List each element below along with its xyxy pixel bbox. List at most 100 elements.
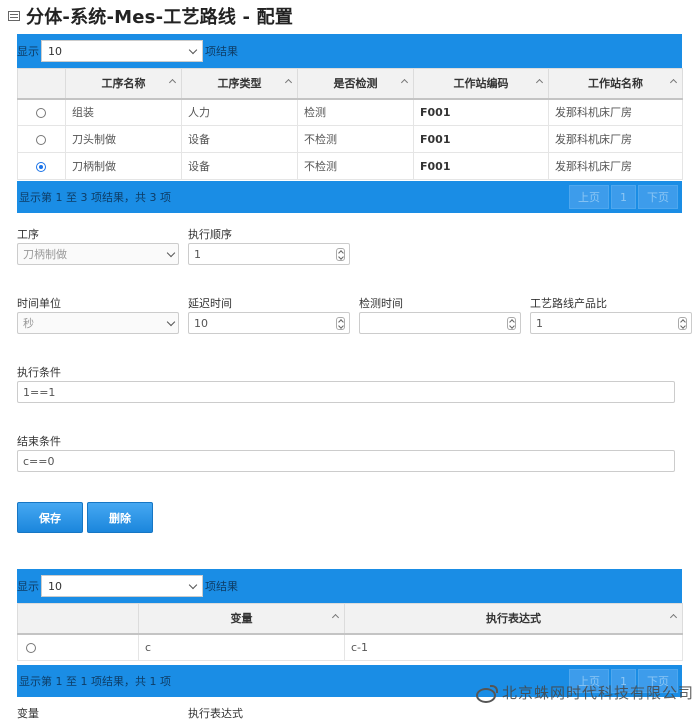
table-cell: 不检测	[297, 125, 414, 153]
sort-icon	[400, 78, 409, 87]
length-suffix: 项结果	[205, 580, 238, 593]
next-page-button[interactable]: 下页	[638, 185, 678, 209]
process-value: 刀柄制做	[23, 248, 67, 261]
check-time-label: 检测时间	[359, 297, 403, 310]
row-select-cell	[17, 125, 66, 153]
exec-condition-input[interactable]: 1==1	[17, 381, 675, 403]
column-header-expression[interactable]: 执行表达式	[344, 603, 683, 635]
column-header-label: 是否检测	[333, 77, 378, 91]
table-cell: 检测	[297, 98, 414, 126]
stepper-icon[interactable]	[336, 316, 345, 330]
page-title: 分体-系统-Mes-工艺路线 - 配置	[26, 7, 294, 28]
process-label: 工序	[17, 228, 39, 241]
end-condition-label: 结束条件	[17, 435, 61, 448]
column-header-process-type[interactable]: 工序类型	[181, 68, 298, 100]
weibo-icon	[475, 684, 498, 703]
process-select[interactable]: 刀柄制做	[17, 243, 179, 265]
column-header-label: 变量	[230, 612, 253, 626]
column-header-station-name[interactable]: 工作站名称	[548, 68, 683, 100]
table-cell: 人力	[181, 98, 298, 126]
delete-button[interactable]: 删除	[87, 502, 153, 533]
row-select-cell	[17, 633, 139, 661]
length-prefix: 显示	[17, 580, 39, 593]
length-suffix: 项结果	[205, 45, 238, 58]
watermark: 北京蛛网时代科技有限公司	[475, 682, 694, 703]
row-radio[interactable]	[36, 134, 46, 145]
check-time-input[interactable]	[359, 312, 521, 334]
chevron-down-icon	[166, 317, 176, 326]
sort-icon	[168, 78, 177, 87]
table-info: 显示第 1 至 3 项结果，共 3 项	[19, 191, 171, 204]
column-header-select	[17, 68, 66, 100]
page-number-button[interactable]: 1	[611, 185, 636, 209]
routes-table: 工序名称 工序类型 是否检测 工作站编码 工作站名称 组装 人力 检测 F001…	[17, 68, 683, 180]
chevron-down-icon	[188, 45, 198, 54]
table-cell: F001	[413, 152, 549, 180]
table-cell: 刀头制做	[65, 125, 182, 153]
sort-icon	[669, 613, 678, 622]
order-input[interactable]: 1	[188, 243, 350, 265]
stepper-icon[interactable]	[507, 316, 516, 330]
ratio-input[interactable]: 1	[530, 312, 692, 334]
table-cell: 设备	[181, 152, 298, 180]
stepper-icon[interactable]	[336, 247, 345, 261]
order-label: 执行顺序	[188, 228, 232, 241]
column-header-label: 执行表达式	[486, 612, 541, 626]
table-info: 显示第 1 至 1 项结果，共 1 项	[19, 675, 171, 688]
column-header-label: 工作站编码	[453, 77, 509, 91]
time-unit-value: 秒	[23, 317, 34, 330]
column-header-select	[17, 603, 139, 635]
column-header-label: 工序类型	[217, 77, 262, 91]
length-prefix: 显示	[17, 45, 39, 58]
page-length-select[interactable]: 10	[41, 575, 203, 597]
table-cell: 发那科机床厂房	[548, 152, 683, 180]
row-radio[interactable]	[36, 107, 46, 118]
stepper-icon[interactable]	[678, 316, 687, 330]
prev-page-button[interactable]: 上页	[569, 185, 609, 209]
table-cell: 发那科机床厂房	[548, 98, 683, 126]
watermark-text: 北京蛛网时代科技有限公司	[501, 684, 694, 702]
chevron-down-icon	[166, 248, 176, 257]
table-cell: F001	[413, 125, 549, 153]
delay-value: 10	[194, 316, 208, 330]
row-select-cell	[17, 98, 66, 126]
row-select-cell	[17, 152, 66, 180]
routes-info-bar: 显示第 1 至 3 项结果，共 3 项 上页 1 下页	[17, 181, 682, 213]
column-header-inspection[interactable]: 是否检测	[297, 68, 414, 100]
table-row[interactable]: 刀柄制做 设备 不检测 F001 发那科机床厂房	[17, 152, 683, 180]
routes-length-bar: 显示 10 项结果	[17, 34, 682, 68]
column-header-variable[interactable]: 变量	[138, 603, 345, 635]
expression-label: 执行表达式	[188, 707, 243, 720]
sort-icon	[331, 613, 340, 622]
table-row[interactable]: 组装 人力 检测 F001 发那科机床厂房	[17, 98, 683, 126]
delay-input[interactable]: 10	[188, 312, 350, 334]
vars-length-bar: 显示 10 项结果	[17, 569, 682, 603]
variable-label: 变量	[17, 707, 39, 720]
row-radio-selected[interactable]	[36, 161, 46, 172]
table-cell: 设备	[181, 125, 298, 153]
column-header-label: 工作站名称	[588, 77, 643, 91]
row-radio[interactable]	[26, 642, 36, 653]
time-unit-select[interactable]: 秒	[17, 312, 179, 334]
page-length-select[interactable]: 10	[41, 40, 203, 62]
table-cell: 刀柄制做	[65, 152, 182, 180]
chevron-down-icon	[188, 580, 198, 589]
delay-label: 延迟时间	[188, 297, 232, 310]
table-row[interactable]: 刀头制做 设备 不检测 F001 发那科机床厂房	[17, 125, 683, 153]
exec-condition-label: 执行条件	[17, 366, 61, 379]
page-icon	[8, 11, 20, 21]
table-cell: c-1	[344, 633, 683, 661]
table-row[interactable]: c c-1	[17, 633, 683, 661]
save-button[interactable]: 保存	[17, 502, 83, 533]
end-condition-input[interactable]: c==0	[17, 450, 675, 472]
pagination: 上页 1 下页	[569, 185, 678, 209]
end-condition-value: c==0	[23, 454, 55, 468]
column-header-process-name[interactable]: 工序名称	[65, 68, 182, 100]
sort-icon	[535, 78, 544, 87]
sort-icon	[284, 78, 293, 87]
column-header-station-code[interactable]: 工作站编码	[413, 68, 549, 100]
column-header-label: 工序名称	[101, 77, 146, 91]
page-header: 分体-系统-Mes-工艺路线 - 配置	[8, 4, 293, 28]
page-length-value: 10	[48, 44, 62, 58]
exec-condition-value: 1==1	[23, 385, 56, 399]
